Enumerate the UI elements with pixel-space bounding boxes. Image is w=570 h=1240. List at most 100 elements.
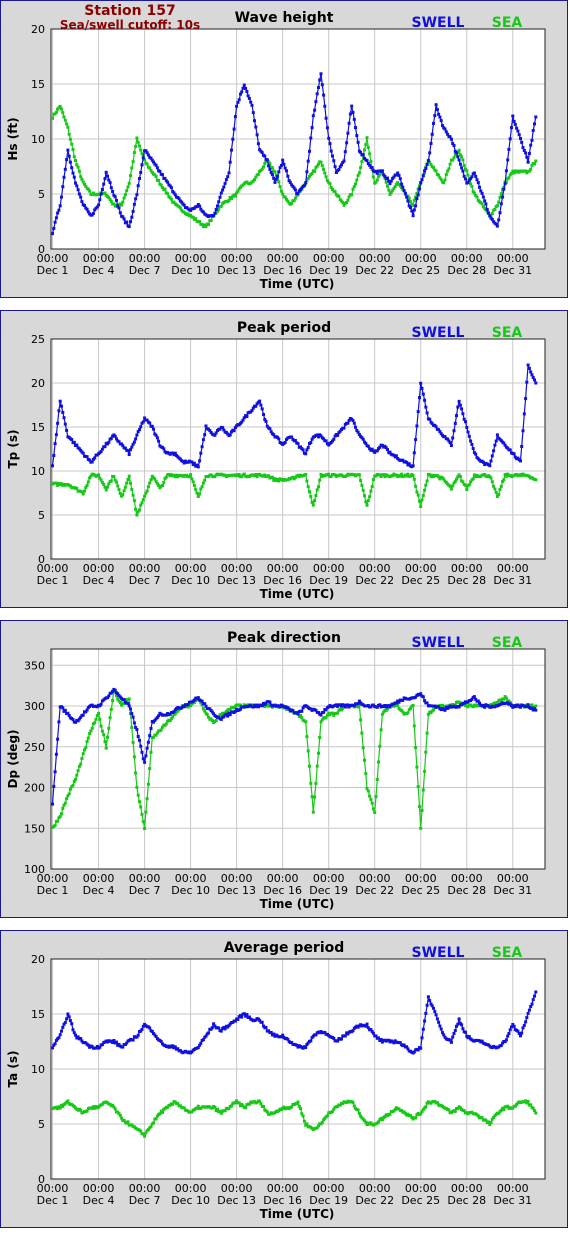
sea-point bbox=[421, 494, 425, 498]
sea-point bbox=[308, 490, 311, 494]
swell-point bbox=[418, 187, 421, 191]
swell-point bbox=[522, 1023, 526, 1027]
swell-point bbox=[361, 437, 365, 441]
swell-point bbox=[425, 1003, 429, 1007]
sea-point bbox=[125, 481, 129, 485]
swell-point bbox=[268, 427, 272, 431]
sea-point bbox=[314, 781, 318, 785]
swell-point bbox=[219, 191, 223, 195]
swell-point bbox=[319, 713, 323, 717]
sea-point bbox=[419, 826, 423, 830]
y-tick-label: 150 bbox=[24, 822, 45, 835]
sea-point bbox=[324, 175, 328, 179]
sea-point bbox=[99, 724, 103, 728]
swell-point bbox=[71, 1028, 75, 1032]
swell-point bbox=[228, 160, 232, 164]
swell-point bbox=[57, 1036, 61, 1040]
sea-point bbox=[68, 137, 72, 141]
y-tick-label: 250 bbox=[24, 741, 45, 754]
sea-point bbox=[467, 483, 471, 487]
sea-point bbox=[65, 797, 69, 801]
sea-point bbox=[434, 169, 438, 173]
sea-point bbox=[129, 174, 132, 178]
swell-point bbox=[62, 175, 66, 179]
sea-point bbox=[135, 513, 139, 517]
swell-point bbox=[432, 1006, 435, 1010]
sea-point bbox=[171, 1102, 175, 1106]
swell-point bbox=[223, 1027, 227, 1031]
sea-point bbox=[364, 772, 368, 776]
swell-point bbox=[472, 695, 476, 699]
swell-point bbox=[231, 137, 235, 141]
sea-point bbox=[317, 485, 320, 489]
swell-point bbox=[480, 191, 484, 195]
sea-point bbox=[132, 151, 136, 155]
station-name: Station 157 bbox=[84, 3, 175, 19]
swell-point bbox=[470, 442, 474, 446]
sea-point bbox=[360, 483, 364, 487]
swell-point bbox=[499, 202, 503, 206]
y-tick-label: 15 bbox=[31, 78, 45, 91]
swell-point bbox=[425, 411, 429, 415]
sea-point bbox=[359, 718, 363, 722]
sea-point bbox=[121, 493, 125, 497]
swell-point bbox=[449, 137, 453, 141]
sea-point bbox=[134, 144, 138, 148]
swell-point bbox=[490, 454, 494, 458]
swell-point bbox=[131, 715, 135, 719]
swell-point bbox=[199, 451, 203, 455]
swell-point bbox=[347, 121, 351, 125]
swell-point bbox=[61, 185, 65, 189]
swell-point bbox=[241, 86, 245, 90]
sea-point bbox=[143, 827, 147, 830]
swell-point bbox=[148, 1026, 152, 1030]
sea-point bbox=[414, 1116, 418, 1120]
swell-point bbox=[443, 708, 447, 712]
swell-point bbox=[54, 433, 58, 437]
swell-point bbox=[148, 734, 152, 738]
swell-point bbox=[222, 185, 226, 189]
swell-point bbox=[192, 461, 196, 465]
swell-point bbox=[421, 174, 425, 178]
swell-point bbox=[464, 1030, 467, 1034]
sea-point bbox=[149, 1125, 153, 1129]
swell-point bbox=[329, 149, 333, 153]
swell-point bbox=[493, 443, 497, 447]
sea-point bbox=[448, 484, 452, 488]
swell-point bbox=[433, 114, 437, 118]
swell-point bbox=[511, 114, 515, 118]
swell-point bbox=[517, 133, 521, 137]
swell-point bbox=[136, 735, 140, 738]
sea-point bbox=[84, 746, 88, 750]
swell-point bbox=[122, 698, 126, 702]
swell-point bbox=[516, 129, 520, 133]
sea-point bbox=[143, 494, 147, 498]
sea-point bbox=[126, 478, 130, 481]
swell-point bbox=[421, 695, 425, 699]
sea-point bbox=[145, 797, 149, 801]
y-tick-label: 10 bbox=[31, 133, 45, 146]
swell-point bbox=[434, 103, 438, 107]
swell-point bbox=[495, 224, 499, 228]
swell-point bbox=[315, 92, 319, 96]
x-tick-date-label: Dec 1 bbox=[37, 264, 69, 277]
sea-point bbox=[497, 200, 501, 204]
sea-point bbox=[384, 180, 388, 184]
sea-point bbox=[418, 805, 421, 809]
swell-point bbox=[380, 169, 384, 173]
x-tick-date-label: Dec 31 bbox=[493, 264, 532, 277]
swell-point bbox=[268, 167, 272, 171]
swell-point bbox=[70, 438, 74, 441]
swell-point bbox=[286, 174, 290, 178]
swell-point bbox=[524, 397, 528, 401]
sea-point bbox=[256, 172, 260, 176]
swell-point bbox=[58, 399, 62, 403]
x-tick-date-label: Dec 7 bbox=[129, 884, 161, 897]
swell-point bbox=[51, 802, 54, 806]
swell-point bbox=[273, 180, 277, 184]
swell-point bbox=[424, 1011, 428, 1015]
swell-point bbox=[198, 459, 202, 463]
x-tick-date-label: Dec 1 bbox=[37, 574, 69, 587]
sea-point bbox=[320, 1121, 324, 1124]
swell-point bbox=[53, 220, 57, 224]
